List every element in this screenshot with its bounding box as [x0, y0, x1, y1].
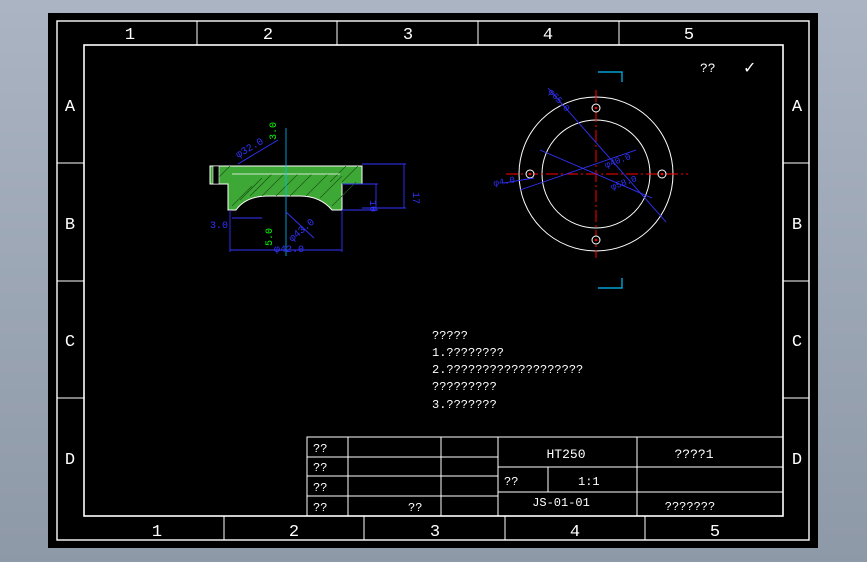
- drawing-sheet: [48, 13, 818, 548]
- roughness-symbol-icon: ✓: [743, 60, 756, 77]
- tb-label-4: ??: [313, 501, 327, 515]
- row-label-right-D: D: [792, 451, 802, 470]
- row-label-right-A: A: [792, 98, 803, 117]
- note-line-2-cont: ?????????: [432, 380, 497, 394]
- col-label-top-3: 3: [403, 26, 413, 45]
- col-label-bottom-1: 1: [152, 523, 162, 542]
- dim-height-17: 17: [409, 192, 420, 204]
- tb-mid-label: ??: [408, 501, 422, 515]
- row-label-left-B: B: [65, 216, 75, 235]
- col-label-bottom-5: 5: [710, 523, 720, 542]
- part-number-field: ????1: [674, 447, 713, 462]
- dim-phi42: φ42.0: [274, 245, 304, 256]
- scale-label: ??: [504, 475, 518, 489]
- bolt-hole-section: [212, 165, 220, 185]
- dim-top-3: 3.0: [269, 122, 280, 140]
- row-label-right-C: C: [792, 333, 802, 352]
- row-label-left-C: C: [65, 333, 75, 352]
- roughness-label: ??: [700, 61, 716, 76]
- col-label-top-4: 4: [543, 26, 553, 45]
- drawing-number-field: JS-01-01: [532, 496, 590, 510]
- row-label-right-B: B: [792, 216, 802, 235]
- notes-heading: ?????: [432, 329, 468, 343]
- company-field: ???????: [665, 500, 715, 514]
- col-label-top-5: 5: [684, 26, 694, 45]
- row-label-left-D: D: [65, 451, 75, 470]
- dim-left-3: 3.0: [210, 221, 228, 232]
- note-line-3: 3.???????: [432, 398, 497, 412]
- col-label-bottom-2: 2: [289, 523, 299, 542]
- tb-label-3: ??: [313, 481, 327, 495]
- dim-5: 5.0: [265, 228, 276, 246]
- cad-drawing-canvas: 1 2 3 4 5 1 2 3 4 5 A B C D A B C D ?? ✓: [48, 13, 818, 548]
- col-label-bottom-3: 3: [430, 523, 440, 542]
- material-field: HT250: [546, 447, 585, 462]
- col-label-bottom-4: 4: [570, 523, 580, 542]
- tb-label-2: ??: [313, 461, 327, 475]
- note-line-2: 2.???????????????????: [432, 363, 583, 377]
- tb-label-1: ??: [313, 442, 327, 456]
- scale-value: 1:1: [578, 475, 600, 489]
- col-label-top-2: 2: [263, 26, 273, 45]
- note-line-1: 1.????????: [432, 346, 504, 360]
- row-label-left-A: A: [65, 98, 76, 117]
- dim-height-10: 10: [366, 200, 377, 212]
- col-label-top-1: 1: [125, 26, 135, 45]
